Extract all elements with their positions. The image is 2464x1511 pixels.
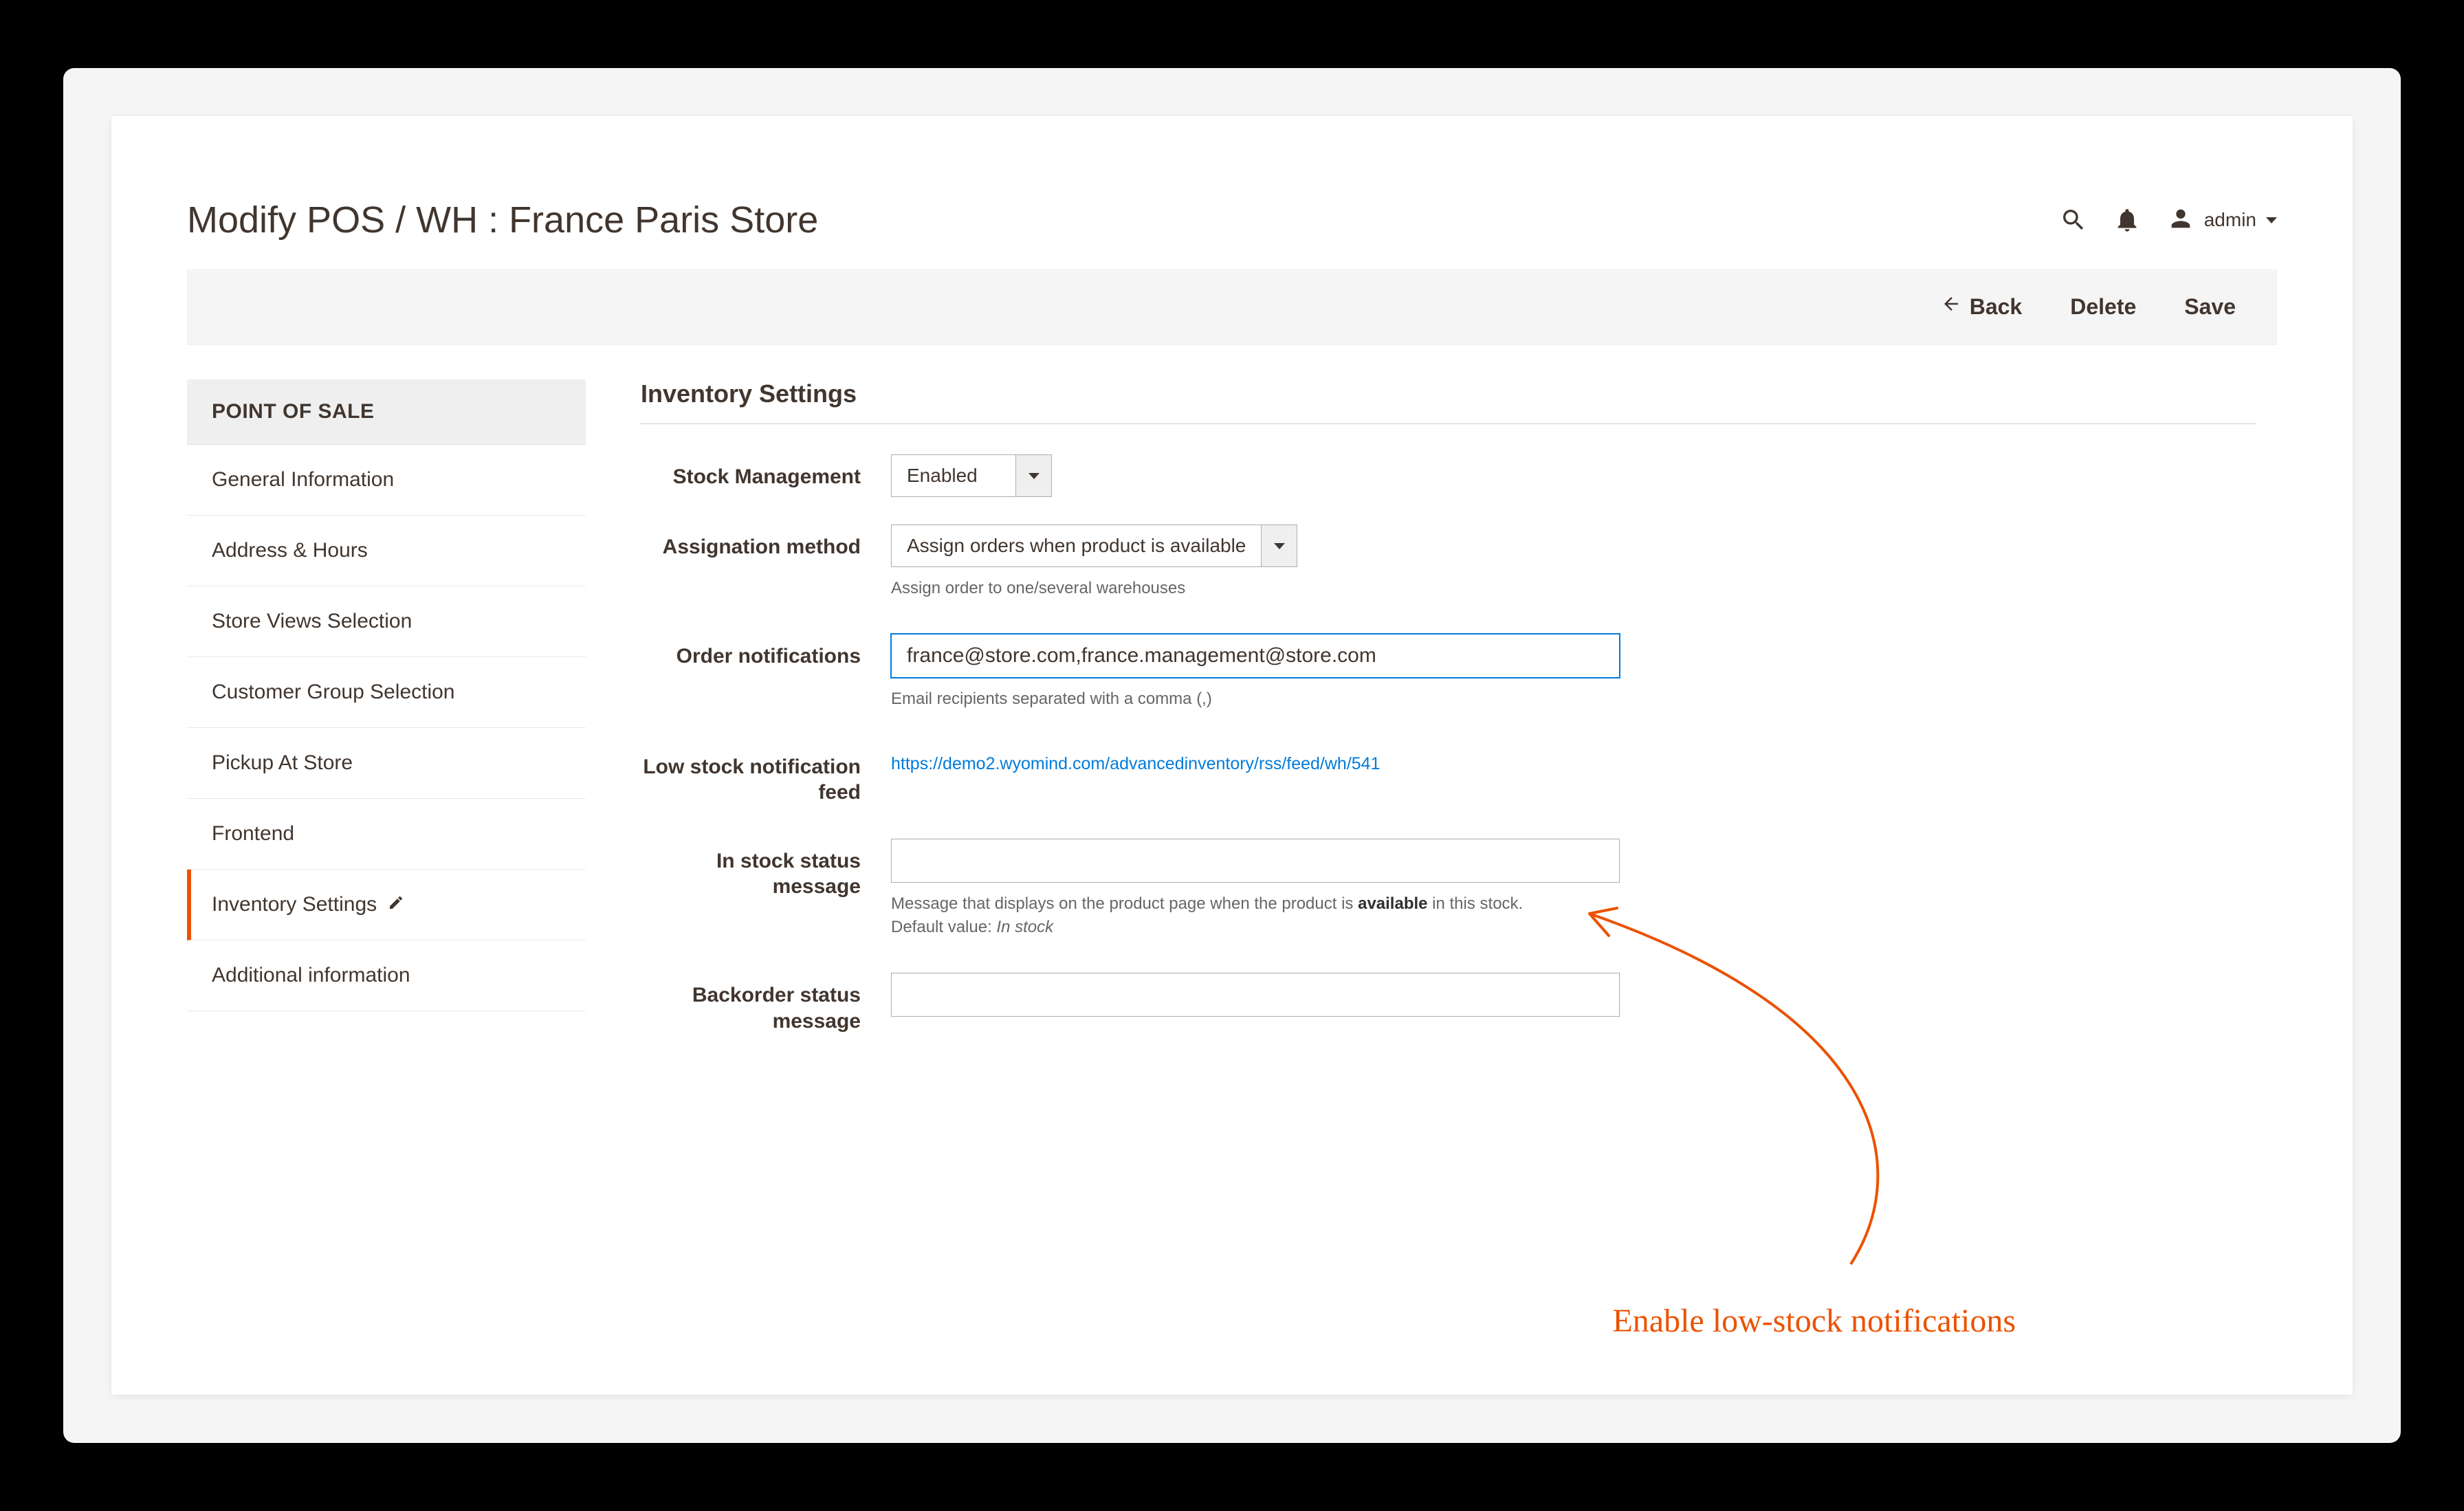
- field-label: In stock status message: [716, 850, 861, 898]
- field-col: https://demo2.wyomind.com/advancedinvent…: [891, 745, 2256, 774]
- field-label: Stock Management: [673, 465, 861, 488]
- label-col: Low stock notification feed: [641, 745, 891, 806]
- sidebar-item-label: Additional information: [212, 964, 410, 987]
- row-assignation-method: Assignation method Assign orders when pr…: [641, 525, 2256, 601]
- sidebar-item-label: Customer Group Selection: [212, 681, 455, 704]
- sidebar-header: POINT OF SALE: [187, 379, 586, 445]
- user-menu[interactable]: admin: [2167, 205, 2277, 236]
- user-icon: [2167, 205, 2194, 236]
- sidebar-item-address-hours[interactable]: Address & Hours: [187, 516, 586, 586]
- row-order-notifications: Order notifications Email recipients sep…: [641, 634, 2256, 712]
- field-hint: Assign order to one/several warehouses: [891, 577, 2256, 601]
- app-window: Modify POS / WH : France Paris Store adm…: [111, 116, 2353, 1395]
- header-right: admin: [2060, 205, 2277, 236]
- in-stock-status-input[interactable]: [891, 839, 1620, 883]
- order-notifications-input[interactable]: [891, 634, 1620, 678]
- field-col: [891, 973, 2256, 1017]
- top-header: Modify POS / WH : France Paris Store adm…: [187, 192, 2277, 269]
- back-button[interactable]: Back: [1941, 294, 2023, 320]
- field-label: Assignation method: [663, 536, 861, 558]
- chevron-down-icon: [2266, 217, 2277, 223]
- select-value: Enabled: [892, 455, 1015, 496]
- field-hint: Email recipients separated with a comma …: [891, 687, 2256, 712]
- row-in-stock-status: In stock status message Message that dis…: [641, 839, 2256, 940]
- sidebar-item-additional-info[interactable]: Additional information: [187, 940, 586, 1011]
- arrow-left-icon: [1941, 294, 1961, 320]
- field-col: Enabled: [891, 454, 2256, 497]
- field-label: Low stock notification feed: [643, 756, 861, 804]
- delete-button[interactable]: Delete: [2070, 294, 2136, 320]
- content-region: Modify POS / WH : France Paris Store adm…: [187, 192, 2277, 1395]
- main-panel: Inventory Settings Stock Management Enab…: [641, 379, 2277, 1067]
- user-label: admin: [2204, 209, 2256, 231]
- select-value: Assign orders when product is available: [892, 525, 1261, 566]
- sidebar-item-general-information[interactable]: General Information: [187, 445, 586, 516]
- sidebar-item-label: Frontend: [212, 822, 294, 846]
- search-icon[interactable]: [2060, 206, 2087, 234]
- sidebar-item-label: Store Views Selection: [212, 610, 412, 633]
- chevron-down-icon: [1261, 525, 1297, 566]
- notifications-icon[interactable]: [2113, 206, 2141, 234]
- chevron-down-icon: [1015, 455, 1051, 496]
- outer-frame: Modify POS / WH : France Paris Store adm…: [63, 68, 2401, 1443]
- sidebar-item-pickup[interactable]: Pickup At Store: [187, 728, 586, 799]
- field-label: Backorder status message: [692, 984, 861, 1033]
- row-backorder-status: Backorder status message: [641, 973, 2256, 1034]
- label-col: Stock Management: [641, 454, 891, 490]
- label-col: In stock status message: [641, 839, 891, 900]
- action-bar: Back Delete Save: [187, 269, 2277, 345]
- field-col: Message that displays on the product pag…: [891, 839, 2256, 940]
- page-title: Modify POS / WH : France Paris Store: [187, 199, 818, 241]
- sidebar: POINT OF SALE General Information Addres…: [187, 379, 586, 1067]
- section-title: Inventory Settings: [641, 379, 2256, 424]
- field-col: Assign orders when product is available …: [891, 525, 2256, 601]
- sidebar-item-label: Address & Hours: [212, 539, 368, 562]
- pencil-icon: [388, 893, 404, 916]
- backorder-status-input[interactable]: [891, 973, 1620, 1017]
- sidebar-item-label: Inventory Settings: [212, 893, 377, 916]
- sidebar-item-inventory-settings[interactable]: Inventory Settings: [187, 870, 586, 940]
- label-col: Backorder status message: [641, 973, 891, 1034]
- sidebar-item-label: General Information: [212, 468, 394, 492]
- sidebar-item-label: Pickup At Store: [212, 751, 353, 775]
- stock-management-select[interactable]: Enabled: [891, 454, 1052, 497]
- row-low-stock-feed: Low stock notification feed https://demo…: [641, 745, 2256, 806]
- field-col: Email recipients separated with a comma …: [891, 634, 2256, 712]
- back-label: Back: [1970, 294, 2023, 320]
- save-button[interactable]: Save: [2184, 294, 2236, 320]
- label-col: Order notifications: [641, 634, 891, 670]
- label-col: Assignation method: [641, 525, 891, 560]
- sidebar-item-frontend[interactable]: Frontend: [187, 799, 586, 870]
- field-hint: Message that displays on the product pag…: [891, 892, 2256, 940]
- body-region: POINT OF SALE General Information Addres…: [187, 379, 2277, 1067]
- sidebar-item-customer-group[interactable]: Customer Group Selection: [187, 657, 586, 728]
- low-stock-feed-link[interactable]: https://demo2.wyomind.com/advancedinvent…: [891, 754, 1380, 773]
- assignation-method-select[interactable]: Assign orders when product is available: [891, 525, 1297, 567]
- row-stock-management: Stock Management Enabled: [641, 454, 2256, 497]
- field-label: Order notifications: [676, 645, 861, 668]
- sidebar-item-store-views[interactable]: Store Views Selection: [187, 586, 586, 657]
